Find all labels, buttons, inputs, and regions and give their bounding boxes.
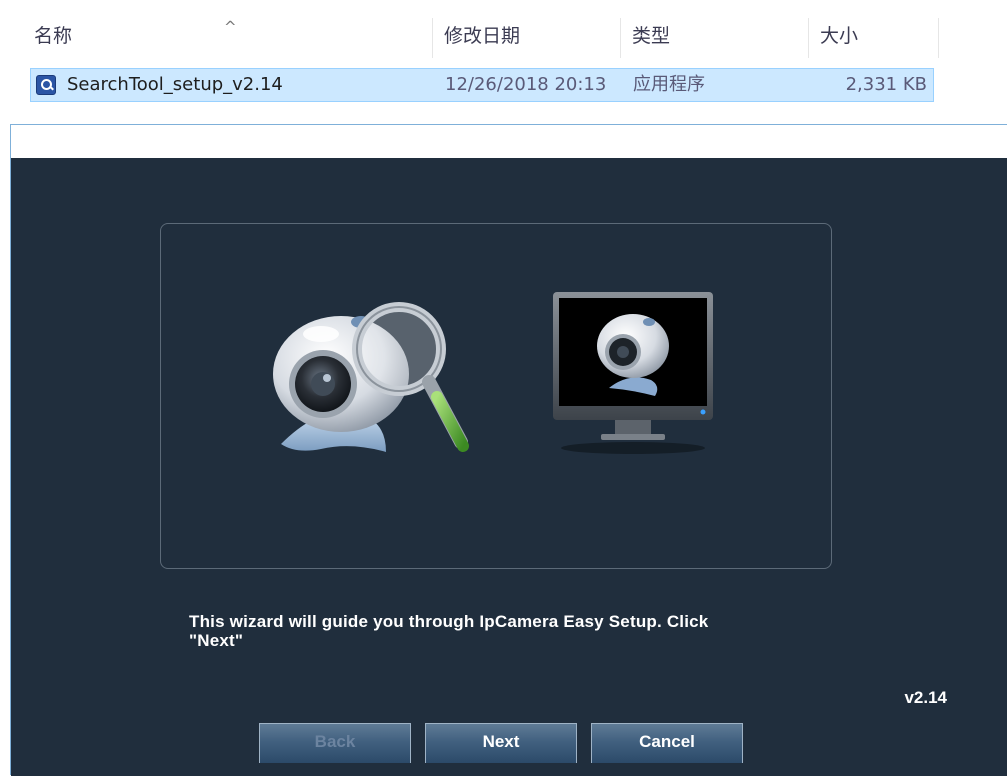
wizard-body: This wizard will guide you through IpCam…: [11, 158, 1007, 776]
file-type: 应用程序: [633, 74, 705, 95]
column-divider[interactable]: [938, 18, 939, 58]
column-header-modified[interactable]: 修改日期: [444, 14, 520, 58]
cancel-button[interactable]: Cancel: [591, 723, 743, 763]
search-tool-app-icon: [36, 75, 56, 95]
file-size: 2,331 KB: [845, 74, 927, 95]
webcam-magnifier-icon: [273, 302, 469, 452]
column-header-type[interactable]: 类型: [632, 14, 670, 58]
column-divider[interactable]: [432, 18, 433, 58]
setup-wizard-window: This wizard will guide you through IpCam…: [10, 124, 1007, 776]
column-header-name[interactable]: 名称: [34, 14, 72, 58]
file-name: SearchTool_setup_v2.14: [67, 74, 283, 95]
column-header-size[interactable]: 大小: [820, 14, 858, 58]
file-explorer-list: 名称 ^ 修改日期 类型 大小 SearchTool_setup_v2.14 1…: [0, 0, 1007, 124]
back-button[interactable]: Back: [259, 723, 411, 763]
window-title-bar[interactable]: [11, 125, 1007, 158]
column-header-row: 名称 ^ 修改日期 类型 大小: [0, 14, 1007, 58]
column-divider[interactable]: [620, 18, 621, 58]
file-modified-date: 12/26/2018 20:13: [445, 74, 607, 95]
sort-ascending-icon: ^: [224, 18, 237, 36]
version-label: v2.14: [904, 688, 947, 707]
monitor-webcam-icon: [553, 292, 713, 454]
instruction-line: "Next": [189, 631, 244, 650]
wizard-instructions: This wizard will guide you through IpCam…: [189, 612, 789, 650]
illustration-frame: [160, 223, 832, 569]
file-row-selected[interactable]: SearchTool_setup_v2.14 12/26/2018 20:13 …: [30, 68, 934, 102]
next-button[interactable]: Next: [425, 723, 577, 763]
column-divider[interactable]: [808, 18, 809, 58]
instruction-line: This wizard will guide you through IpCam…: [189, 612, 709, 631]
